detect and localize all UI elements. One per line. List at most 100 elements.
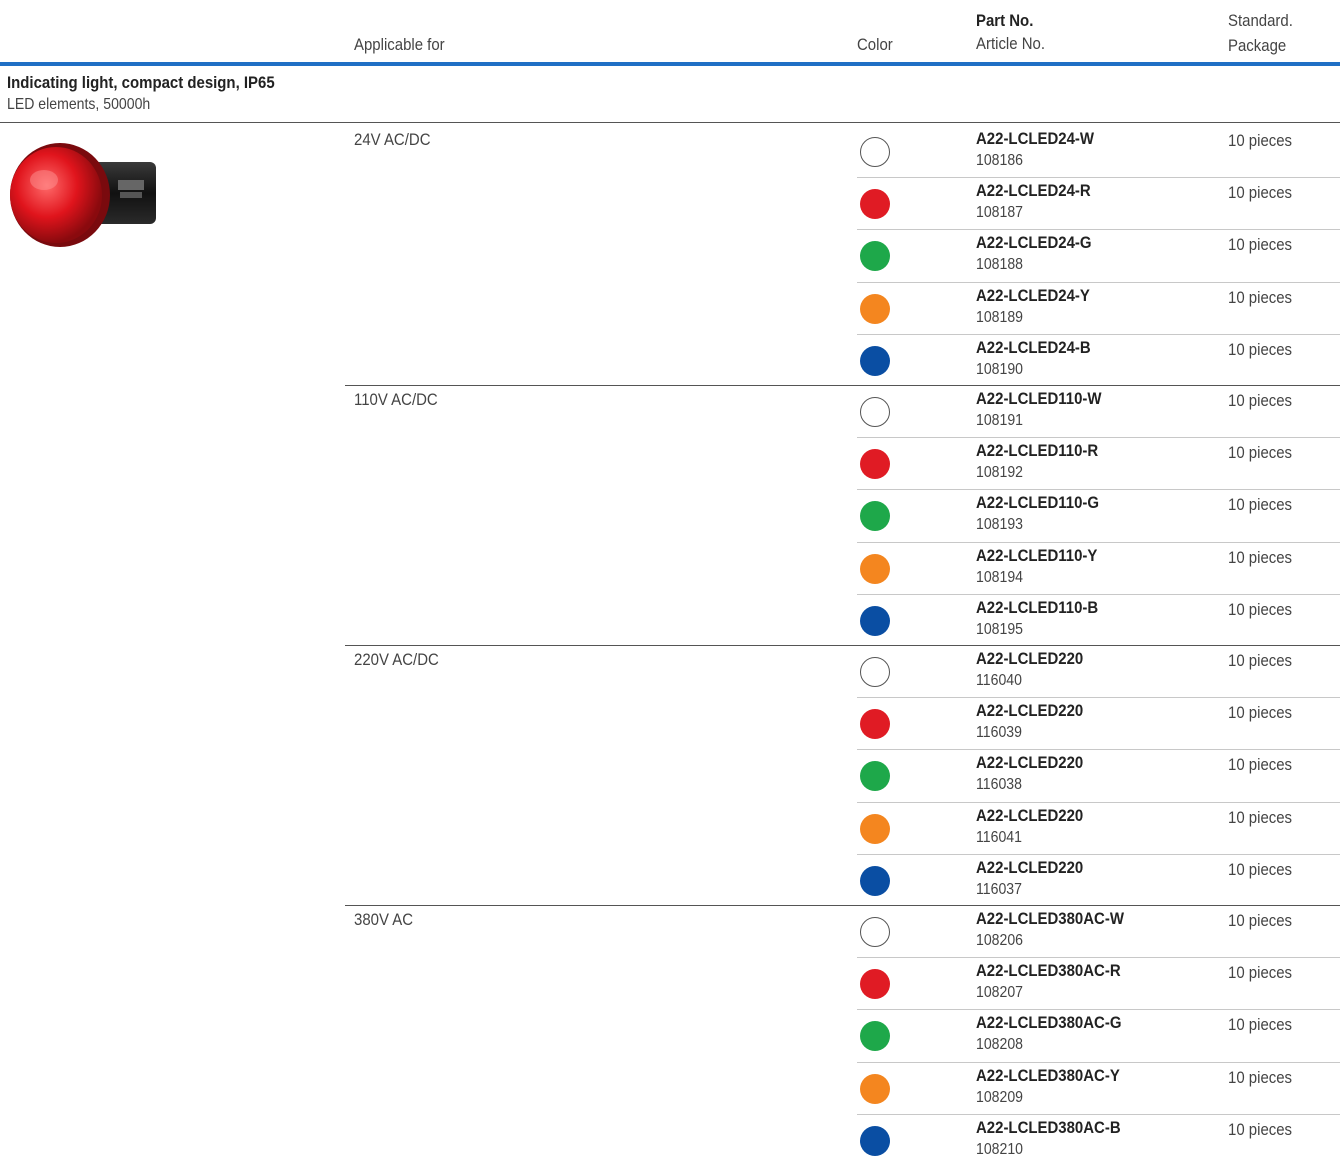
voltage-label: 110V AC/DC xyxy=(354,390,438,409)
package-quantity: 10 pieces xyxy=(1228,755,1293,775)
color-swatch xyxy=(860,137,890,167)
article-number: 108186 xyxy=(976,152,1023,169)
color-swatch xyxy=(860,605,890,636)
article-number: 108209 xyxy=(976,1088,1023,1106)
section-rule xyxy=(0,122,1340,123)
header-color: Color xyxy=(857,35,893,54)
article-number: 116040 xyxy=(976,672,1022,689)
part-number: A22-LCLED24-Y xyxy=(976,285,1090,305)
package-quantity: 10 pieces xyxy=(1228,911,1293,930)
color-swatch xyxy=(860,501,890,532)
package-quantity: 10 pieces xyxy=(1228,703,1293,723)
article-number: 108190 xyxy=(976,360,1023,378)
part-number: A22-LCLED24-W xyxy=(976,129,1095,148)
section-title: Indicating light, compact design, IP65 xyxy=(7,73,275,92)
package-quantity: 10 pieces xyxy=(1228,859,1293,879)
package-quantity: 10 pieces xyxy=(1228,183,1293,203)
package-quantity: 10 pieces xyxy=(1228,807,1293,827)
color-swatch xyxy=(860,1073,890,1104)
package-quantity: 10 pieces xyxy=(1228,1119,1293,1139)
color-swatch xyxy=(860,917,890,947)
header-part-no: Part No. xyxy=(976,10,1033,32)
article-number: 108191 xyxy=(976,412,1023,429)
group-rule xyxy=(345,385,1340,386)
header-part-no-label: Part No. xyxy=(976,11,1034,30)
article-number: 108194 xyxy=(976,568,1023,586)
package-quantity: 10 pieces xyxy=(1228,599,1293,619)
row-divider xyxy=(857,1009,1340,1011)
group-rule xyxy=(345,905,1340,906)
part-number: A22-LCLED380AC-R xyxy=(976,961,1121,981)
article-number: 108210 xyxy=(976,1140,1023,1158)
row-divider xyxy=(857,281,1340,283)
article-number: 108207 xyxy=(976,984,1023,1002)
part-number: A22-LCLED380AC-W xyxy=(976,909,1124,928)
package-quantity: 10 pieces xyxy=(1228,443,1293,463)
article-number: 116041 xyxy=(976,828,1022,846)
row-divider xyxy=(857,1113,1340,1115)
part-number: A22-LCLED220 xyxy=(976,753,1084,773)
part-number: A22-LCLED220 xyxy=(976,701,1084,721)
color-swatch xyxy=(860,1021,890,1052)
article-number: 108192 xyxy=(976,464,1023,482)
color-swatch xyxy=(860,449,890,480)
article-number: 108195 xyxy=(976,620,1023,638)
part-number: A22-LCLED220 xyxy=(976,805,1084,825)
row-divider xyxy=(857,1061,1340,1063)
article-number: 108193 xyxy=(976,516,1023,534)
header-applicable-for: Applicable for xyxy=(354,35,445,54)
header-article-no: Article No. xyxy=(976,34,1046,53)
package-quantity: 10 pieces xyxy=(1228,287,1293,307)
part-number: A22-LCLED110-R xyxy=(976,441,1099,461)
package-quantity: 10 pieces xyxy=(1228,547,1293,567)
group-rule xyxy=(345,645,1340,646)
part-number: A22-LCLED110-Y xyxy=(976,545,1098,565)
row-divider xyxy=(857,593,1340,595)
article-number: 108208 xyxy=(976,1036,1023,1054)
row-divider xyxy=(857,801,1340,803)
color-swatch xyxy=(860,293,890,324)
part-number: A22-LCLED380AC-G xyxy=(976,1013,1122,1033)
article-number: 108187 xyxy=(976,204,1023,222)
indicating-light-image xyxy=(10,143,156,247)
article-number: 108206 xyxy=(976,932,1023,949)
row-divider xyxy=(857,853,1340,855)
header-rule xyxy=(0,62,1340,66)
color-swatch xyxy=(860,657,890,687)
row-divider xyxy=(857,749,1340,751)
color-swatch xyxy=(860,813,890,844)
color-swatch xyxy=(860,1125,890,1156)
package-quantity: 10 pieces xyxy=(1228,339,1293,359)
row-divider xyxy=(857,957,1340,959)
article-number: 108189 xyxy=(976,308,1023,326)
article-number: 116038 xyxy=(976,776,1022,794)
row-divider xyxy=(857,697,1340,699)
section-subtitle: LED elements, 50000h xyxy=(7,96,151,113)
voltage-label: 380V AC xyxy=(354,910,414,929)
row-divider xyxy=(857,437,1340,439)
color-swatch xyxy=(860,969,890,1000)
color-swatch xyxy=(860,189,890,220)
package-quantity: 10 pieces xyxy=(1228,651,1293,670)
header-standard: Standard. xyxy=(1228,11,1293,30)
part-number: A22-LCLED220 xyxy=(976,649,1084,668)
row-divider xyxy=(857,229,1340,231)
color-swatch xyxy=(860,397,890,427)
voltage-label: 220V AC/DC xyxy=(354,650,439,669)
part-number: A22-LCLED220 xyxy=(976,857,1084,877)
color-swatch xyxy=(860,865,890,896)
voltage-label: 24V AC/DC xyxy=(354,130,431,149)
part-number: A22-LCLED380AC-B xyxy=(976,1117,1121,1137)
package-quantity: 10 pieces xyxy=(1228,495,1293,515)
article-number: 116037 xyxy=(976,880,1022,898)
article-number: 108188 xyxy=(976,256,1023,274)
package-quantity: 10 pieces xyxy=(1228,1015,1293,1035)
row-divider xyxy=(857,177,1340,179)
part-number: A22-LCLED24-R xyxy=(976,181,1091,201)
color-swatch xyxy=(860,345,890,376)
part-number: A22-LCLED110-G xyxy=(976,493,1100,513)
color-swatch xyxy=(860,553,890,584)
row-divider xyxy=(857,333,1340,335)
package-quantity: 10 pieces xyxy=(1228,963,1293,983)
part-number: A22-LCLED380AC-Y xyxy=(976,1065,1120,1085)
